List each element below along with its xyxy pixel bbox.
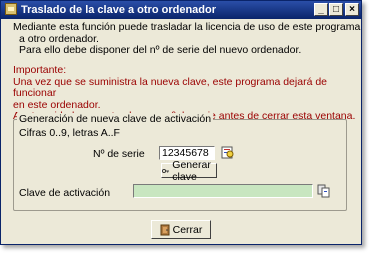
maximize-button[interactable]: □	[329, 3, 343, 16]
close-dialog-label: Cerrar	[172, 223, 203, 236]
minimize-button[interactable]: _	[314, 3, 328, 16]
warning-heading: Importante:	[13, 64, 67, 76]
generate-key-button[interactable]: Generar clave	[161, 159, 217, 183]
group-legend: Generación de nueva clave de activación	[17, 113, 214, 125]
info-line: Para ello debe disponer del nº de serie …	[19, 44, 302, 56]
key-icon	[162, 168, 170, 173]
window-title: Traslado de la clave a otro ordenador	[21, 4, 217, 16]
door-icon	[160, 224, 170, 235]
close-button[interactable]: ×	[345, 3, 359, 16]
activation-key-label: Clave de activación	[19, 187, 111, 199]
title-bar[interactable]: Traslado de la clave a otro ordenador _ …	[1, 1, 361, 19]
copy-icon[interactable]	[317, 184, 331, 198]
warning-line: Una vez que se suministra la nueva clave…	[13, 75, 328, 99]
app-icon	[5, 3, 17, 15]
close-dialog-button[interactable]: Cerrar	[151, 220, 211, 239]
serial-label: Nº de serie	[93, 148, 145, 160]
generate-key-label: Generar clave	[172, 158, 211, 183]
lookup-icon[interactable]	[221, 145, 235, 159]
format-hint: Cifras 0..9, letras A..F	[19, 127, 120, 139]
info-text: Mediante esta función puede trasladar la…	[13, 21, 361, 57]
info-line: Mediante esta función puede trasladar la…	[13, 21, 361, 33]
activation-key-field[interactable]	[133, 184, 313, 198]
dialog-window: Traslado de la clave a otro ordenador _ …	[0, 0, 362, 245]
